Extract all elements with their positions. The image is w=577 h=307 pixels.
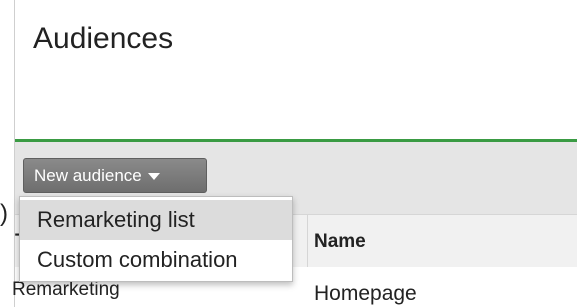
column-header-name[interactable]: Name xyxy=(314,231,366,253)
cell-type: Remarketing xyxy=(12,279,120,300)
caret-down-icon xyxy=(147,173,160,181)
left-edge-fragment: ) xyxy=(0,200,8,227)
page-title: Audiences xyxy=(33,22,174,55)
new-audience-button[interactable]: New audience xyxy=(23,158,207,193)
menu-item-custom-combination[interactable]: Custom combination xyxy=(20,240,292,280)
cell-name-link[interactable]: Homepage xyxy=(314,282,417,306)
new-audience-label: New audience xyxy=(34,166,142,185)
new-audience-dropdown-menu: Remarketing list Custom combination xyxy=(19,196,293,282)
menu-item-remarketing-list[interactable]: Remarketing list xyxy=(20,200,292,240)
